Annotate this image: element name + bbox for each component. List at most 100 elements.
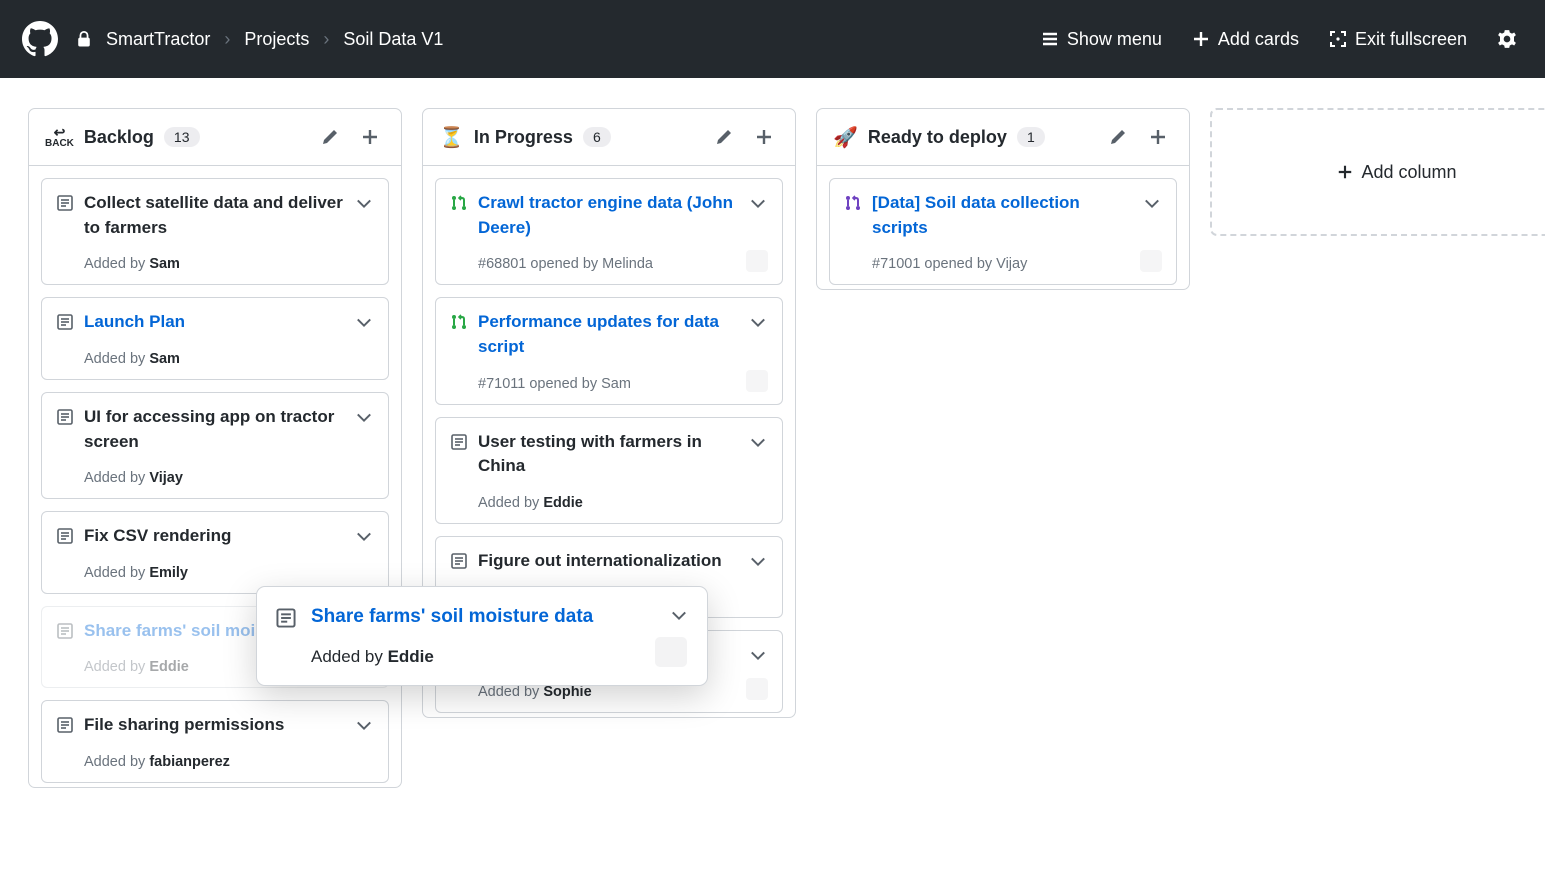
chevron-down-icon xyxy=(1144,196,1160,212)
card[interactable]: User testing with farmers in ChinaAdded … xyxy=(435,417,783,524)
card-swatch xyxy=(746,370,768,392)
card-menu-button[interactable] xyxy=(356,410,374,428)
column-count: 13 xyxy=(164,127,200,147)
card-swatch xyxy=(1140,250,1162,272)
column-header: ↩BACK Backlog 13 xyxy=(29,109,401,166)
note-icon xyxy=(450,552,468,570)
note-icon xyxy=(56,408,74,426)
card[interactable]: Performance updates for data script#7101… xyxy=(435,297,783,404)
column-title: In Progress xyxy=(474,127,573,148)
add-card-button[interactable] xyxy=(749,122,779,152)
card-title: Collect satellite data and deliver to fa… xyxy=(84,191,346,240)
pencil-icon xyxy=(1109,128,1127,146)
add-card-button[interactable] xyxy=(1143,122,1173,152)
edit-column-button[interactable] xyxy=(709,122,739,152)
bc-repo[interactable]: SmartTractor xyxy=(106,29,210,50)
chevron-down-icon xyxy=(356,196,372,212)
project-board: ↩BACK Backlog 13 Collect satellite data … xyxy=(0,78,1545,818)
card[interactable]: UI for accessing app on tractor screen Ad… xyxy=(41,392,389,499)
column-ready: 🚀 Ready to deploy 1 [Data] Soil data col… xyxy=(816,108,1190,290)
github-logo-icon[interactable] xyxy=(22,21,58,57)
settings-button[interactable] xyxy=(1491,25,1523,53)
column-backlog: ↩BACK Backlog 13 Collect satellite data … xyxy=(28,108,402,788)
breadcrumb: SmartTractor › Projects › Soil Data V1 xyxy=(76,29,443,50)
chevron-down-icon xyxy=(671,608,687,624)
card[interactable]: Crawl tractor engine data (John Deere)#6… xyxy=(435,178,783,285)
card-swatch xyxy=(746,250,768,272)
add-column-button[interactable]: Add column xyxy=(1210,108,1545,236)
chevron-down-icon xyxy=(750,435,766,451)
card[interactable]: Fix CSV rendering Added by Emily xyxy=(41,511,389,594)
chevron-right-icon: › xyxy=(323,29,329,50)
card-menu-button[interactable] xyxy=(671,608,689,626)
pull-request-icon xyxy=(844,194,862,212)
card[interactable]: Collect satellite data and deliver to fa… xyxy=(41,178,389,285)
plus-icon xyxy=(1149,128,1167,146)
card-menu-button[interactable] xyxy=(750,554,768,572)
card-menu-button[interactable] xyxy=(356,315,374,333)
gear-icon xyxy=(1497,29,1517,49)
edit-column-button[interactable] xyxy=(315,122,345,152)
card-meta: #68801 opened by Melinda xyxy=(478,256,768,272)
chevron-down-icon xyxy=(356,529,372,545)
show-menu-button[interactable]: Show menu xyxy=(1035,25,1168,54)
card-meta: Added by Eddie xyxy=(311,647,689,667)
pencil-icon xyxy=(715,128,733,146)
add-card-button[interactable] xyxy=(355,122,385,152)
bc-projects[interactable]: Projects xyxy=(244,29,309,50)
show-menu-label: Show menu xyxy=(1067,29,1162,50)
card-title: [Data] Soil data collection scripts xyxy=(872,191,1134,240)
plus-icon xyxy=(755,128,773,146)
lock-icon xyxy=(76,30,92,48)
chevron-down-icon xyxy=(356,410,372,426)
exit-fullscreen-icon xyxy=(1329,30,1347,48)
add-cards-label: Add cards xyxy=(1218,29,1299,50)
card[interactable]: Launch PlanAdded by Sam xyxy=(41,297,389,380)
dragging-card[interactable]: Share farms' soil moisture data Added by… xyxy=(256,586,708,686)
column-count: 6 xyxy=(583,127,611,147)
note-icon xyxy=(56,313,74,331)
plus-icon xyxy=(361,128,379,146)
card-menu-button[interactable] xyxy=(750,648,768,666)
chevron-down-icon xyxy=(750,648,766,664)
chevron-down-icon xyxy=(750,196,766,212)
card-title: Launch Plan xyxy=(84,310,346,335)
add-cards-button[interactable]: Add cards xyxy=(1186,25,1305,54)
card-menu-button[interactable] xyxy=(356,529,374,547)
card-swatch xyxy=(746,678,768,700)
card-meta: Added by Emily xyxy=(84,565,374,581)
card-meta: Added by Sam xyxy=(84,256,374,272)
card-title: Share farms' soil moisture data xyxy=(311,603,657,631)
card-title: Fix CSV rendering xyxy=(84,524,346,549)
plus-icon xyxy=(1192,30,1210,48)
card-menu-button[interactable] xyxy=(356,718,374,736)
chevron-down-icon xyxy=(750,315,766,331)
card-title: UI for accessing app on tractor screen xyxy=(84,405,346,454)
card-meta: Added by Sophie xyxy=(478,684,768,700)
card-title: File sharing permissions xyxy=(84,713,346,738)
note-icon xyxy=(56,194,74,212)
note-icon xyxy=(275,607,297,629)
card-menu-button[interactable] xyxy=(750,196,768,214)
card-meta: Added by Vijay xyxy=(84,470,374,486)
card[interactable]: [Data] Soil data collection scripts #7100… xyxy=(829,178,1177,285)
card-menu-button[interactable] xyxy=(750,435,768,453)
topbar: SmartTractor › Projects › Soil Data V1 S… xyxy=(0,0,1545,78)
exit-fullscreen-label: Exit fullscreen xyxy=(1355,29,1467,50)
column-title: Ready to deploy xyxy=(868,127,1007,148)
card-menu-button[interactable] xyxy=(1144,196,1162,214)
card-meta: Added by Eddie xyxy=(478,495,768,511)
pencil-icon xyxy=(321,128,339,146)
note-icon xyxy=(56,527,74,545)
card-meta: #71001 opened by Vijay xyxy=(872,256,1162,272)
card-swatch xyxy=(655,637,687,667)
bc-project[interactable]: Soil Data V1 xyxy=(343,29,443,50)
chevron-down-icon xyxy=(356,315,372,331)
chevron-down-icon xyxy=(750,554,766,570)
chevron-down-icon xyxy=(356,718,372,734)
card[interactable]: File sharing permissionsAdded by fabianp… xyxy=(41,700,389,783)
exit-fullscreen-button[interactable]: Exit fullscreen xyxy=(1323,25,1473,54)
edit-column-button[interactable] xyxy=(1103,122,1133,152)
card-menu-button[interactable] xyxy=(356,196,374,214)
card-menu-button[interactable] xyxy=(750,315,768,333)
